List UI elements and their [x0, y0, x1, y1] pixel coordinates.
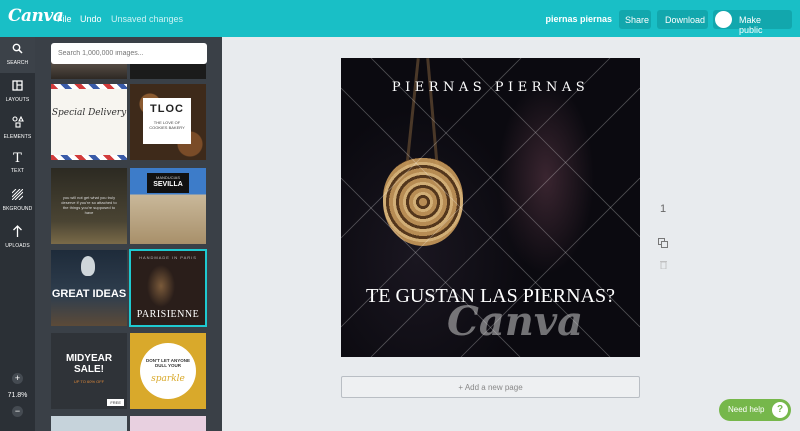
- sidebar-item-label: ELEMENTS: [3, 134, 32, 140]
- template-thumb-sevilla[interactable]: MANDUCIAS SEVILLA: [130, 168, 206, 244]
- toggle-knob: [715, 11, 732, 28]
- thumb-title: GREAT IDEAS: [51, 288, 127, 300]
- thumb-title: Special Delivery: [51, 108, 127, 118]
- sidebar-item-text[interactable]: T TEXT: [0, 147, 35, 183]
- free-badge: FREE: [107, 399, 124, 406]
- thumb-title: MIDYEAR SALE!: [65, 353, 113, 375]
- sidebar-item-search[interactable]: SEARCH: [0, 37, 35, 73]
- template-thumb-sparkle[interactable]: DON'T LET ANYONE DULL YOUR sparkle: [130, 333, 206, 409]
- thumb-title: PARISIENNE: [136, 309, 200, 320]
- elements-icon: [0, 115, 35, 131]
- search-icon: [0, 43, 35, 57]
- delete-page-icon[interactable]: [660, 260, 667, 271]
- background-icon: [0, 188, 35, 203]
- copy-page-icon[interactable]: [658, 238, 668, 248]
- zoom-in-button[interactable]: +: [12, 373, 23, 384]
- template-thumb[interactable]: [130, 62, 206, 79]
- sparkle-circle: DON'T LET ANYONE DULL YOUR sparkle: [140, 343, 196, 399]
- share-button[interactable]: Share: [619, 10, 651, 29]
- download-button[interactable]: Download: [657, 10, 708, 29]
- thumb-subtitle: DON'T LET ANYONE DULL YOUR: [146, 358, 190, 368]
- uploads-icon: [0, 225, 35, 240]
- template-thumb[interactable]: [130, 416, 206, 431]
- undo-button[interactable]: Undo: [80, 14, 102, 24]
- sidebar-item-label: TEXT: [10, 168, 25, 174]
- design-caption-text[interactable]: TE GUSTAN LAS PIERNAS?: [341, 285, 640, 308]
- add-page-button[interactable]: + Add a new page: [341, 376, 640, 398]
- sidebar-item-background[interactable]: BKGROUND: [0, 183, 35, 219]
- sidebar-item-label: SEARCH: [6, 60, 29, 66]
- thumb-title: TLOC: [150, 103, 184, 115]
- zoom-level: 71.8%: [7, 392, 28, 399]
- template-thumb[interactable]: [51, 62, 127, 79]
- help-label: Need help: [728, 405, 765, 414]
- editor-sidebar: SEARCH LAYOUTS ELEMENTS T TEXT BKGROUND …: [0, 37, 35, 431]
- document-title[interactable]: piernas piernas: [545, 14, 612, 24]
- design-title-text[interactable]: PIERNAS PIERNAS: [341, 80, 640, 95]
- zoom-out-control[interactable]: −: [0, 406, 35, 417]
- thumb-quote: you will not get what you truly deserve …: [61, 195, 117, 215]
- canva-logo[interactable]: Canva: [8, 6, 64, 26]
- make-public-label: Make public: [739, 15, 763, 35]
- layouts-icon: [0, 80, 35, 94]
- template-thumb-tloc[interactable]: TLOC THE LOVE OF COOKIES BAKERY: [130, 84, 206, 160]
- bulb-shape: [81, 256, 95, 276]
- zoom-out-button[interactable]: −: [12, 406, 23, 417]
- sidebar-item-label: LAYOUTS: [5, 97, 30, 103]
- thumb-subtitle: MANDUCIAS: [155, 175, 180, 180]
- file-menu[interactable]: File: [57, 14, 72, 24]
- thumb-title: sparkle: [151, 374, 185, 384]
- help-icon: ?: [772, 402, 788, 418]
- template-thumb-special-delivery[interactable]: Special Delivery: [51, 84, 127, 160]
- template-thumb[interactable]: [51, 416, 127, 431]
- template-thumb-midyear[interactable]: MIDYEAR SALE! UP TO 60% OFF FREE: [51, 333, 127, 409]
- airmail-border: [51, 84, 127, 89]
- sidebar-item-layouts[interactable]: LAYOUTS: [0, 74, 35, 110]
- sidebar-item-uploads[interactable]: UPLOADS: [0, 219, 35, 255]
- templates-panel: Special Delivery TLOC THE LOVE OF COOKIE…: [35, 37, 222, 431]
- airmail-border: [51, 155, 127, 160]
- tloc-card: TLOC THE LOVE OF COOKIES BAKERY: [143, 98, 191, 144]
- design-canvas[interactable]: PIERNAS PIERNAS Canva TE GUSTAN LAS PIER…: [341, 58, 640, 357]
- zoom-in-control[interactable]: +: [0, 373, 35, 384]
- image-search-input[interactable]: [51, 43, 207, 64]
- thumb-subtitle: THE LOVE OF COOKIES BAKERY: [149, 120, 185, 130]
- template-thumb-parisienne[interactable]: HANDMADE IN PARIS PARISIENNE: [129, 249, 207, 327]
- make-public-toggle[interactable]: Make public: [713, 10, 792, 35]
- template-thumb-great-ideas[interactable]: GREAT IDEAS: [51, 250, 127, 326]
- sevilla-label-box: MANDUCIAS SEVILLA: [147, 173, 189, 193]
- top-bar: Canva File Undo Unsaved changes piernas …: [0, 0, 800, 37]
- text-icon: T: [13, 151, 22, 166]
- sidebar-item-label: UPLOADS: [5, 243, 30, 249]
- thumb-subtitle: HANDMADE IN PARIS: [139, 255, 197, 260]
- thumb-title: SEVILLA: [153, 181, 183, 188]
- sidebar-item-label: BKGROUND: [2, 206, 33, 212]
- page-number: 1: [660, 203, 667, 215]
- template-thumb-quote[interactable]: you will not get what you truly deserve …: [51, 168, 127, 244]
- save-status: Unsaved changes: [111, 14, 184, 24]
- sidebar-item-elements[interactable]: ELEMENTS: [0, 110, 35, 146]
- need-help-button[interactable]: Need help ?: [719, 399, 791, 421]
- thumb-subtitle: UP TO 60% OFF: [73, 379, 105, 384]
